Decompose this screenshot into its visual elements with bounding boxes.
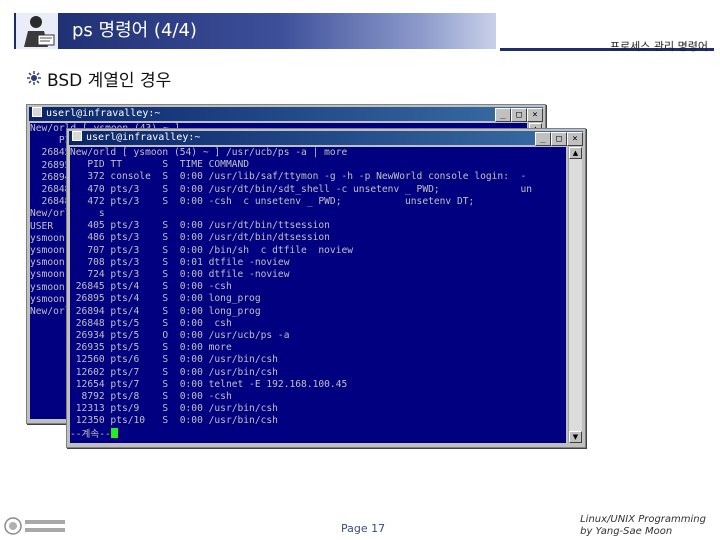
section-title: 프로세스 관리 명령어 xyxy=(609,40,708,53)
front-terminal-titlebar[interactable]: userl@infravalley:~ xyxy=(69,131,583,145)
terminal-line: 708 pts/3 S 0:01 dtfile -noview xyxy=(70,256,290,268)
terminal-line: 12313 pts/9 S 0:00 /usr/bin/csh xyxy=(70,403,278,415)
front-terminal-window[interactable]: userl@infravalley:~ _ □ × New/orld [ ysm… xyxy=(66,128,586,448)
front-terminal-screen[interactable]: New/orld [ ysmoon (54) ~ ] /usr/ucb/ps -… xyxy=(70,147,566,443)
scroll-down-icon[interactable]: ▼ xyxy=(569,431,582,443)
close-button[interactable]: × xyxy=(567,132,583,146)
text-cursor xyxy=(110,427,118,438)
terminal-icon xyxy=(32,107,42,117)
terminal-icon xyxy=(72,131,82,141)
close-button[interactable]: × xyxy=(527,108,543,122)
terminal-line: 26894 pts/4 S 0:00 long_prog xyxy=(70,305,261,317)
bullet-icon xyxy=(27,71,41,85)
footer-credit: Linux/UNIX Programming by Yang-Sae Moon xyxy=(580,514,706,538)
terminal-line: 8792 pts/8 S 0:00 -csh xyxy=(70,391,232,403)
terminal-line: 26935 pts/5 S 0:00 more xyxy=(70,342,232,354)
terminal-line: 486 pts/3 S 0:00 /usr/dt/bin/dtsession xyxy=(70,232,330,244)
terminal-line: 26845 pts/4 S 0:00 -csh xyxy=(70,281,232,293)
terminal-line: 472 pts/3 S 0:00 -csh c unsetenv _ PWD; … xyxy=(70,195,475,207)
terminal-line: 470 pts/3 S 0:00 /usr/dt/bin/sdt_shell -… xyxy=(70,183,533,195)
terminal-line: PID TT S TIME COMMAND xyxy=(70,159,250,171)
terminal-line: 372 console S 0:00 /usr/lib/saf/ttymon -… xyxy=(70,171,527,183)
ps-output: PID TT S TIME COMMAND 372 console S 0:00… xyxy=(70,159,566,427)
maximize-button[interactable]: □ xyxy=(551,132,567,146)
page-number: Page 17 xyxy=(341,522,386,535)
terminal-line: 26848 pts/5 S 0:00 csh xyxy=(70,317,232,329)
front-terminal-title: userl@infravalley:~ xyxy=(86,132,201,143)
terminal-line: s xyxy=(70,208,105,220)
terminal-line: 12560 pts/6 S 0:00 /usr/bin/csh xyxy=(70,354,278,366)
minimize-button[interactable]: _ xyxy=(535,132,551,146)
minimize-button[interactable]: _ xyxy=(495,108,511,122)
more-prompt-line: --계속-- xyxy=(70,427,566,441)
terminal-prompt: New/orld [ ysmoon (54) ~ ] /usr/ucb/ps -… xyxy=(70,147,348,158)
bullet-text: BSD 계열인 경우 xyxy=(47,71,172,91)
back-terminal-title: userl@infravalley:~ xyxy=(46,108,161,119)
scroll-up-icon[interactable]: ▲ xyxy=(569,147,582,159)
more-prompt: --계속-- xyxy=(70,428,111,440)
terminal-line: 26934 pts/5 O 0:00 /usr/ucb/ps -a xyxy=(70,330,290,342)
terminal-line: 707 pts/3 S 0:00 /bin/sh c dtfile noview xyxy=(70,244,354,256)
presenter-logo-icon xyxy=(16,13,58,49)
maximize-button[interactable]: □ xyxy=(511,108,527,122)
credit-line-1: Linux/UNIX Programming xyxy=(580,514,706,525)
terminal-line: 12602 pts/7 S 0:00 /usr/bin/csh xyxy=(70,366,278,378)
terminal-line: 724 pts/3 S 0:00 dtfile -noview xyxy=(70,269,290,281)
terminal-line: 12654 pts/7 S 0:00 telnet -E 192.168.100… xyxy=(70,378,348,390)
terminal-line: 26895 pts/4 S 0:00 long_prog xyxy=(70,293,261,305)
terminal-line: 405 pts/3 S 0:00 /usr/dt/bin/ttsession xyxy=(70,220,330,232)
university-logo-icon xyxy=(4,517,65,535)
back-terminal-titlebar[interactable]: userl@infravalley:~ xyxy=(29,107,543,121)
front-terminal-scrollbar[interactable]: ▲ ▼ xyxy=(568,147,582,443)
credit-line-2: by Yang-Sae Moon xyxy=(580,526,673,537)
slide-title: ps 명령어 (4/4) xyxy=(72,20,197,41)
terminal-line: 12350 pts/10 S 0:00 /usr/bin/csh xyxy=(70,415,278,427)
